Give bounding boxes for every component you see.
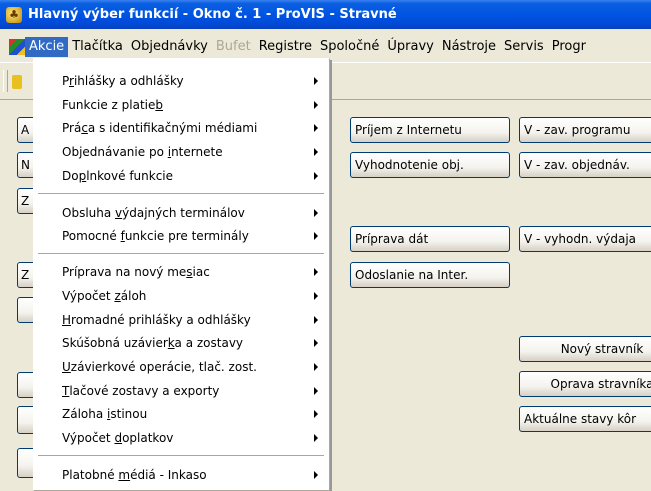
submenu-arrow-icon	[314, 268, 318, 276]
menu-tlacitka[interactable]: Tlačítka	[68, 37, 127, 57]
prijem-z-internetu-button[interactable]: Príjem z Internetu	[350, 117, 510, 143]
menu-item-vypocet-doplatkov[interactable]: Výpočet doplatkov	[36, 427, 326, 449]
menu-item-prihlasky[interactable]: Prihlášky a odhlášky	[36, 70, 326, 92]
aktualne-stavy-button[interactable]: Aktuálne stavy kôr	[519, 406, 651, 432]
submenu-arrow-icon	[314, 339, 318, 347]
submenu-arrow-icon	[314, 77, 318, 85]
menu-item-zaloha-istinou[interactable]: Záloha istinou	[36, 403, 326, 425]
window-title-bar: ♣ Hlavný výber funkcií - Okno č. 1 - Pro…	[0, 0, 651, 29]
menu-spolocne[interactable]: Spoločné	[316, 37, 383, 57]
v-zav-programu-button[interactable]: V - zav. programu	[519, 117, 651, 143]
submenu-arrow-icon	[314, 232, 318, 240]
menu-item-doplnkove-funkcie[interactable]: Doplnkové funkcie	[36, 165, 326, 187]
menu-akcie[interactable]: Akcie	[25, 37, 69, 57]
menu-progr[interactable]: Progr	[548, 37, 590, 57]
novy-stravnik-button[interactable]: Nový stravník	[519, 336, 651, 362]
submenu-arrow-icon	[314, 101, 318, 109]
v-zav-objednav-button[interactable]: V - zav. objednáv.	[519, 152, 651, 178]
menu-item-tlacove-zostavy[interactable]: Tlačové zostavy a exporty	[36, 380, 326, 402]
menu-item-funkcie-z-platieb[interactable]: Funkcie z platieb	[36, 94, 326, 116]
app-icon: ♣	[6, 6, 22, 23]
menu-item-praca-s-mediami[interactable]: Práca s identifikačnými médiami	[36, 117, 326, 139]
menu-item-hromadne-prihlasky[interactable]: Hromadné prihlášky a odhlášky	[36, 309, 326, 331]
submenu-arrow-icon	[314, 316, 318, 324]
submenu-arrow-icon	[314, 363, 318, 371]
menu-item-uzavierkove-operacie[interactable]: Uzávierkové operácie, tlač. zost.	[36, 356, 326, 378]
submenu-arrow-icon	[314, 124, 318, 132]
menu-bufet: Bufet	[215, 39, 251, 54]
menu-item-pomocne-funkcie[interactable]: Pomocné funkcie pre terminály	[36, 225, 326, 247]
menu-objednavky[interactable]: Objednávky	[127, 37, 212, 57]
menu-separator	[38, 193, 324, 194]
submenu-arrow-icon	[314, 292, 318, 300]
toolbar-grip[interactable]	[3, 70, 8, 92]
menu-separator	[38, 253, 324, 254]
odoslanie-na-inter-button[interactable]: Odoslanie na Inter.	[350, 262, 510, 288]
menu-bar: Akcie Tlačítka Objednávky Bufet Registre…	[0, 36, 651, 58]
submenu-arrow-icon	[314, 410, 318, 418]
submenu-arrow-icon	[314, 387, 318, 395]
submenu-arrow-icon	[314, 471, 318, 479]
oprava-stravnika-button[interactable]: Oprava stravníka	[519, 371, 651, 397]
menu-upravy[interactable]: Úpravy	[383, 37, 437, 57]
menu-item-priprava-na-novy-mesiac[interactable]: Príprava na nový mesiac	[36, 261, 326, 283]
menu-nastroje[interactable]: Nástroje	[438, 37, 500, 57]
submenu-arrow-icon	[314, 209, 318, 217]
menu-item-obsluha-terminalov[interactable]: Obsluha výdajných terminálov	[36, 202, 326, 224]
menu-registre[interactable]: Registre	[255, 37, 316, 57]
v-vyhodn-vydaja-button[interactable]: V - vyhodn. výdaja	[519, 226, 651, 252]
menu-item-objednavanie-po-internete[interactable]: Objednávanie po internete	[36, 141, 326, 163]
menu-item-skusobna-uzavierka[interactable]: Skúšobná uzávierka a zostavy	[36, 332, 326, 354]
system-menu-icon[interactable]	[9, 39, 25, 55]
window-title: Hlavný výber funkcií - Okno č. 1 - ProVI…	[28, 7, 397, 22]
menu-separator	[38, 455, 324, 456]
vyhodnotenie-obj-button[interactable]: Vyhodnotenie obj.	[350, 152, 510, 178]
menu-item-platobne-media-inkaso[interactable]: Platobné médiá - Inkaso	[36, 464, 326, 486]
submenu-arrow-icon	[314, 172, 318, 180]
priprava-dat-button[interactable]: Príprava dát	[350, 226, 510, 252]
submenu-arrow-icon	[314, 434, 318, 442]
toolbar-button-icon[interactable]	[12, 75, 22, 89]
menu-item-vypocet-zaloh[interactable]: Výpočet záloh	[36, 285, 326, 307]
submenu-arrow-icon	[314, 148, 318, 156]
menu-servis[interactable]: Servis	[500, 37, 548, 57]
akcie-dropdown-menu: Prihlášky a odhlášky Funkcie z platieb P…	[33, 58, 330, 491]
